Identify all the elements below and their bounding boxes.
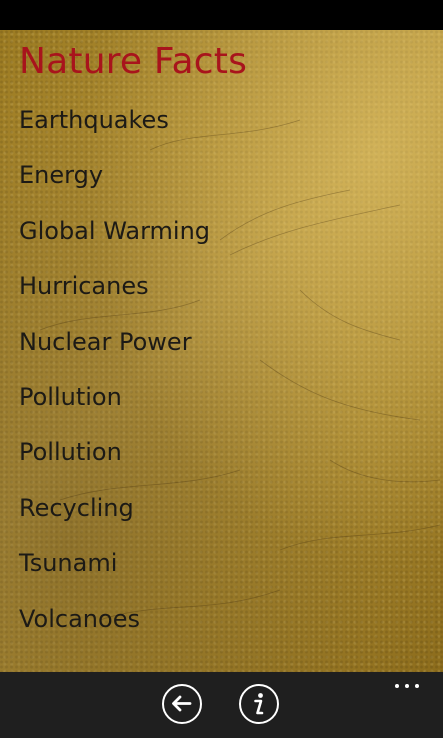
list-item-nuclear-power[interactable]: Nuclear Power (0, 322, 443, 377)
list-item-global-warming[interactable]: Global Warming (0, 211, 443, 266)
dot (415, 684, 419, 688)
application-bar (0, 672, 443, 738)
dot (405, 684, 409, 688)
status-bar (0, 0, 443, 30)
list-item-pollution[interactable]: Pollution (0, 377, 443, 432)
info-icon (254, 693, 264, 715)
list-item-earthquakes[interactable]: Earthquakes (0, 100, 443, 155)
info-button[interactable] (239, 684, 279, 724)
list-item-recycling[interactable]: Recycling (0, 488, 443, 543)
back-arrow-icon (172, 695, 192, 712)
content-area: Nature Facts Earthquakes Energy Global W… (0, 30, 443, 672)
list-item-pollution-2[interactable]: Pollution (0, 432, 443, 487)
dot (395, 684, 399, 688)
more-options-ellipsis-icon[interactable] (395, 682, 421, 690)
list-item-tsunami[interactable]: Tsunami (0, 543, 443, 598)
page-title: Nature Facts (19, 41, 248, 82)
list-item-energy[interactable]: Energy (0, 155, 443, 210)
list-item-volcanoes[interactable]: Volcanoes (0, 599, 443, 654)
topic-list: Earthquakes Energy Global Warming Hurric… (0, 100, 443, 654)
list-item-hurricanes[interactable]: Hurricanes (0, 266, 443, 321)
back-button[interactable] (162, 684, 202, 724)
